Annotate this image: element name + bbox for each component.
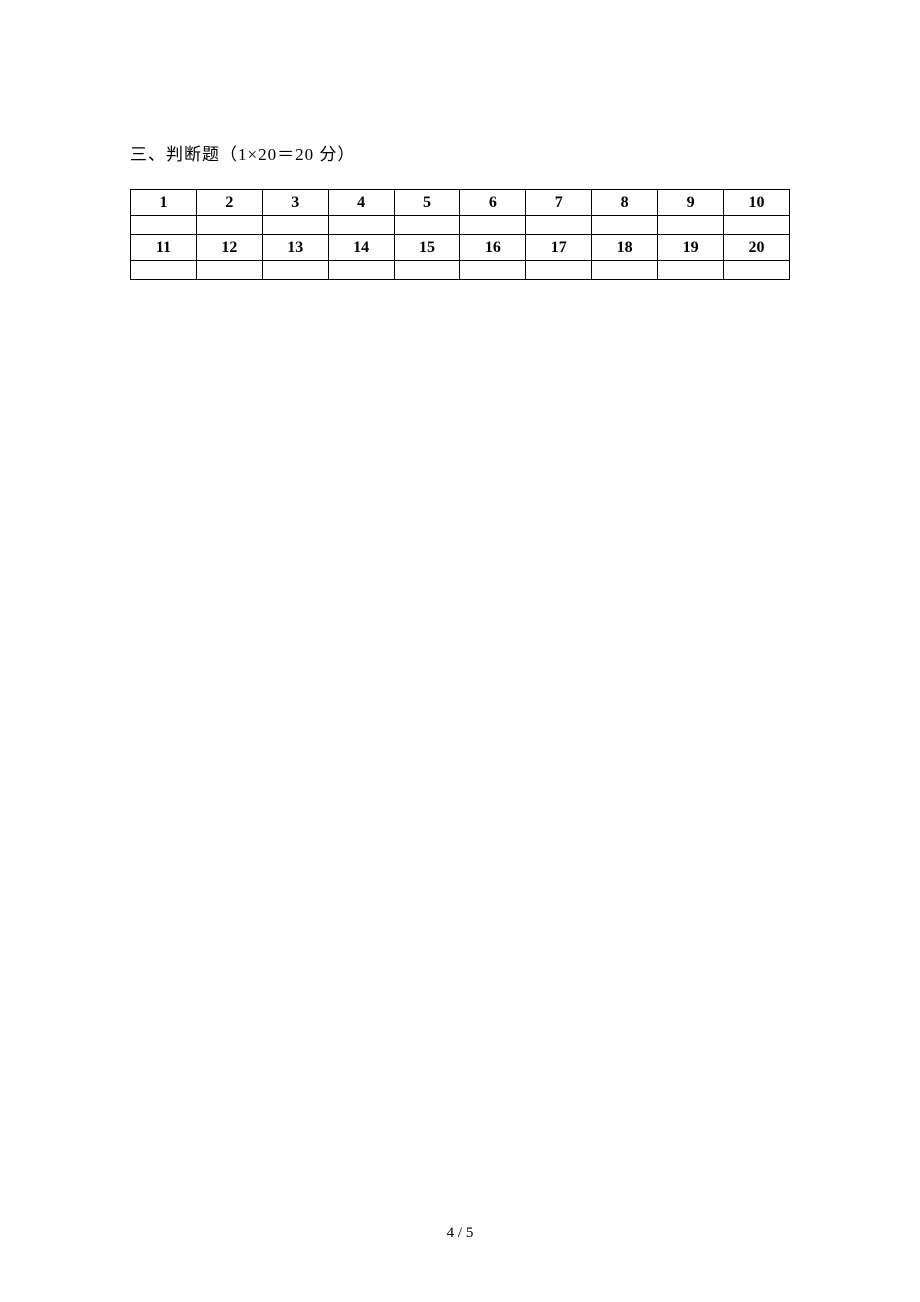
page-number: 4 / 5 [0, 1225, 920, 1242]
table-row: 1 2 3 4 5 6 7 8 9 10 [131, 190, 790, 216]
answer-cell [460, 261, 526, 280]
answer-cell [328, 261, 394, 280]
answer-cell [724, 261, 790, 280]
answer-cell [592, 216, 658, 235]
col-header: 1 [131, 190, 197, 216]
answer-cell [328, 216, 394, 235]
table-row [131, 216, 790, 235]
answer-cell [394, 261, 460, 280]
table-row [131, 261, 790, 280]
answer-cell [526, 261, 592, 280]
col-header: 6 [460, 190, 526, 216]
col-header: 8 [592, 190, 658, 216]
section-title: 三、判断题（1×20＝20 分） [130, 140, 790, 165]
col-header: 12 [196, 235, 262, 261]
col-header: 7 [526, 190, 592, 216]
col-header: 14 [328, 235, 394, 261]
answer-cell [196, 261, 262, 280]
col-header: 5 [394, 190, 460, 216]
col-header: 20 [724, 235, 790, 261]
table-row: 11 12 13 14 15 16 17 18 19 20 [131, 235, 790, 261]
col-header: 15 [394, 235, 460, 261]
answer-cell [592, 261, 658, 280]
col-header: 18 [592, 235, 658, 261]
answer-cell [658, 216, 724, 235]
col-header: 10 [724, 190, 790, 216]
col-header: 9 [658, 190, 724, 216]
col-header: 13 [262, 235, 328, 261]
col-header: 4 [328, 190, 394, 216]
answer-cell [131, 261, 197, 280]
answer-cell [262, 261, 328, 280]
answer-cell [262, 216, 328, 235]
col-header: 17 [526, 235, 592, 261]
col-header: 11 [131, 235, 197, 261]
answer-cell [394, 216, 460, 235]
page-content: 三、判断题（1×20＝20 分） 1 2 3 4 5 6 7 8 9 10 [0, 0, 920, 280]
answer-cell [526, 216, 592, 235]
answer-cell [658, 261, 724, 280]
col-header: 16 [460, 235, 526, 261]
answer-cell [196, 216, 262, 235]
col-header: 19 [658, 235, 724, 261]
answer-grid: 1 2 3 4 5 6 7 8 9 10 11 12 13 14 [130, 189, 790, 280]
col-header: 3 [262, 190, 328, 216]
col-header: 2 [196, 190, 262, 216]
answer-cell [131, 216, 197, 235]
answer-cell [724, 216, 790, 235]
answer-cell [460, 216, 526, 235]
